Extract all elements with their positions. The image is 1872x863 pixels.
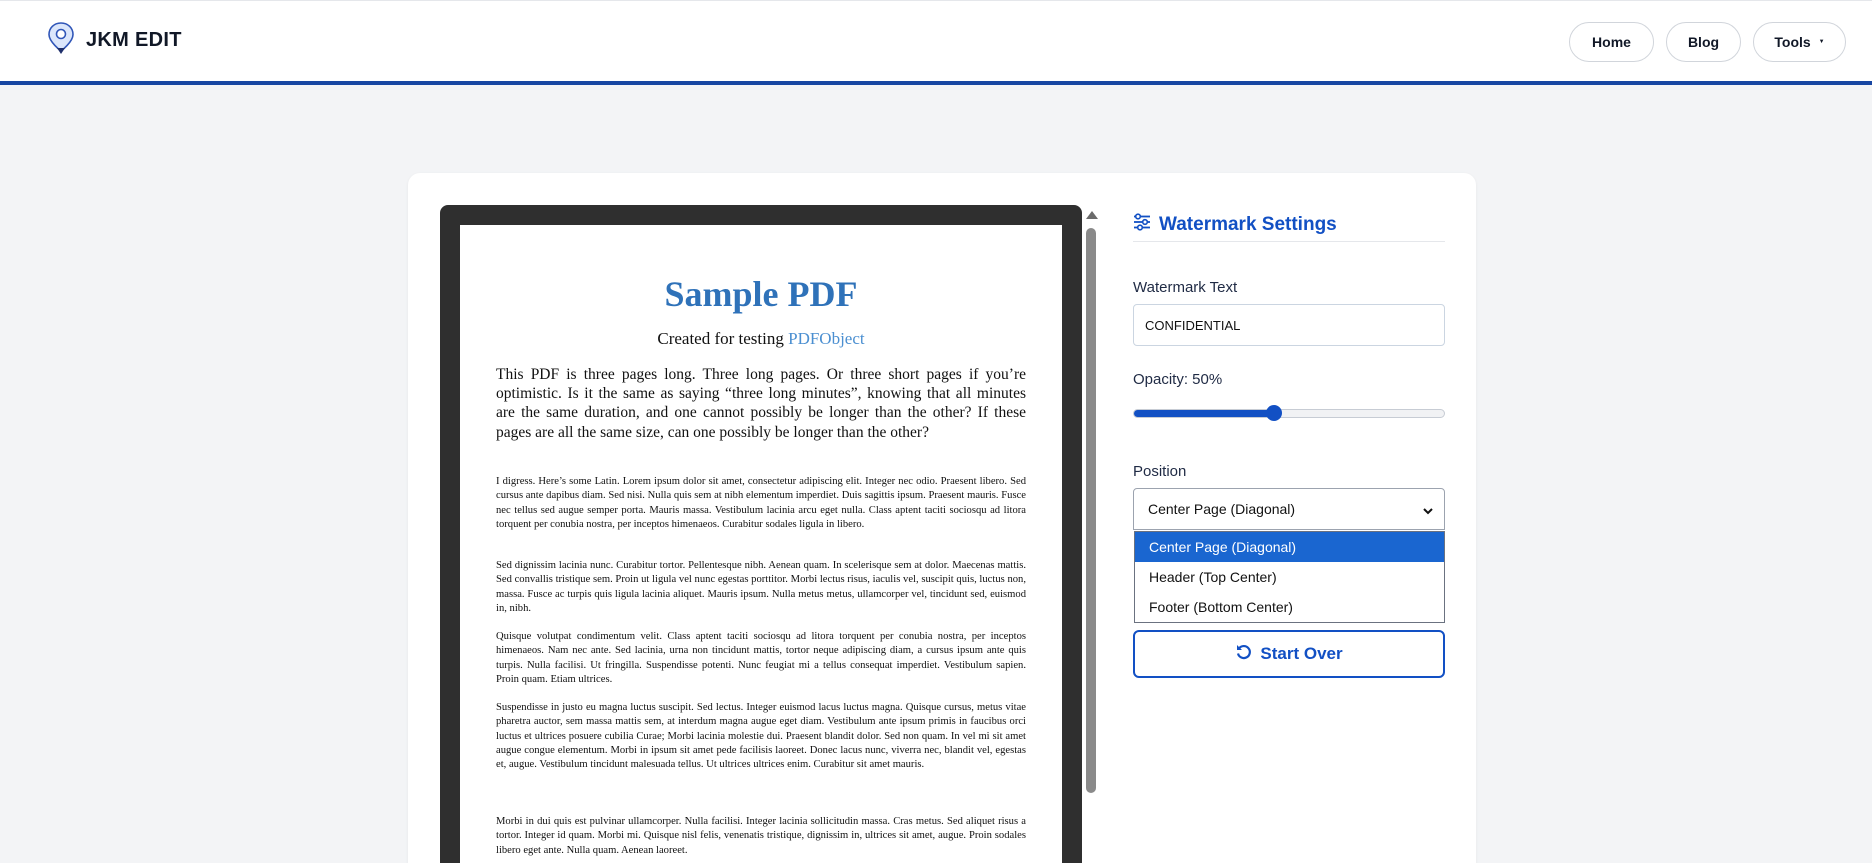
caret-down-icon: ▼ <box>1818 39 1825 45</box>
pdf-paragraph: Suspendisse in justo eu magna luctus sus… <box>496 702 1026 771</box>
settings-title: Watermark Settings <box>1159 213 1337 235</box>
start-over-button[interactable]: Start Over <box>1133 630 1445 678</box>
pdf-paragraph: Morbi in dui quis est pulvinar ullamcorp… <box>496 816 1026 856</box>
position-option-header[interactable]: Header (Top Center) <box>1135 562 1444 592</box>
nav-tools-button[interactable]: Tools ▼ <box>1753 22 1846 62</box>
nav-tools-label: Tools <box>1774 34 1811 50</box>
pdf-paragraph: Quisque volutpat condimentum velit. Clas… <box>496 631 1026 685</box>
pdf-subtitle: Created for testing PDFObject <box>460 329 1062 349</box>
opacity-slider[interactable] <box>1133 405 1445 421</box>
nav-home-button[interactable]: Home <box>1569 22 1654 62</box>
brand-name: JKM EDIT <box>86 29 182 51</box>
pdf-lead-paragraph: This PDF is three pages long. Three long… <box>496 366 1026 441</box>
nav-home-label: Home <box>1592 34 1631 50</box>
opacity-slider-handle[interactable] <box>1265 405 1282 421</box>
opacity-slider-fill <box>1134 410 1274 417</box>
settings-header: Watermark Settings <box>1133 208 1445 242</box>
location-pin-icon <box>46 21 76 60</box>
scroll-up-arrow-icon[interactable] <box>1086 211 1098 219</box>
pdf-page: Sample PDF Created for testing PDFObject… <box>460 225 1062 863</box>
position-dropdown-list: Center Page (Diagonal) Header (Top Cente… <box>1134 531 1445 623</box>
opacity-label: Opacity: 50% <box>1133 371 1223 388</box>
position-label: Position <box>1133 463 1187 480</box>
position-option-footer[interactable]: Footer (Bottom Center) <box>1135 592 1444 622</box>
sliders-icon <box>1133 213 1151 236</box>
pdf-paragraph: Sed dignissim lacinia nunc. Curabitur to… <box>496 560 1026 614</box>
start-over-label: Start Over <box>1260 644 1343 663</box>
position-select[interactable]: Center Page (Diagonal) <box>1133 488 1445 530</box>
nav-blog-button[interactable]: Blog <box>1666 22 1741 62</box>
chevron-down-icon <box>1422 504 1434 520</box>
scrollbar-thumb[interactable] <box>1086 228 1096 793</box>
position-selected-value: Center Page (Diagonal) <box>1148 501 1296 517</box>
watermark-text-input[interactable] <box>1133 304 1445 346</box>
pdf-paragraph: I digress. Here’s some Latin. Lorem ipsu… <box>496 476 1026 530</box>
brand[interactable]: JKM EDIT <box>46 21 182 60</box>
pdf-title: Sample PDF <box>664 274 858 314</box>
watermark-text-label: Watermark Text <box>1133 279 1238 296</box>
nav-blog-label: Blog <box>1687 34 1720 50</box>
undo-icon <box>1235 643 1260 666</box>
position-option-center[interactable]: Center Page (Diagonal) <box>1135 532 1444 562</box>
top-navbar: JKM EDIT Home Blog Tools ▼ <box>0 0 1872 85</box>
pdfobject-link[interactable]: PDFObject <box>788 329 865 348</box>
pdf-subtitle-text: Created for testing <box>657 329 784 348</box>
